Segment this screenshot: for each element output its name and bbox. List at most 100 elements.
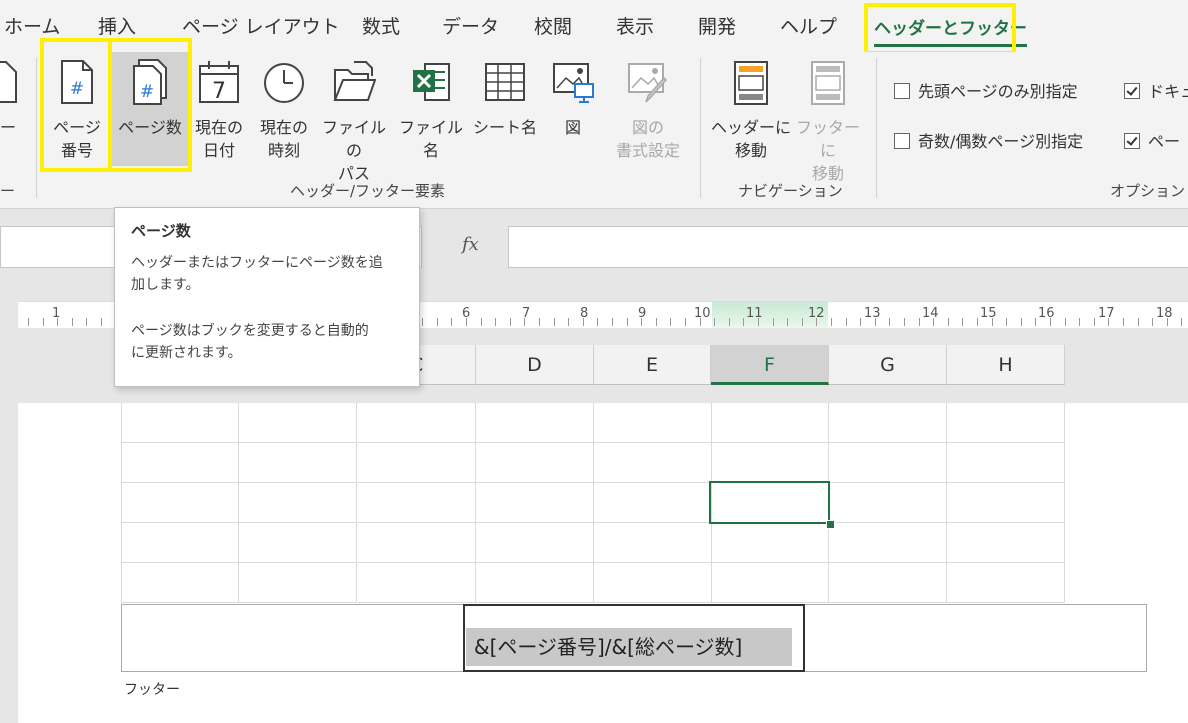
ruler-number: 15 bbox=[980, 306, 997, 321]
picture-icon bbox=[553, 63, 594, 103]
column-header-g[interactable]: G bbox=[829, 345, 947, 385]
checkbox-unchecked[interactable] bbox=[894, 133, 910, 149]
tab-view[interactable]: 表示 bbox=[616, 12, 654, 39]
tab-formulas[interactable]: 数式 bbox=[362, 12, 400, 39]
grid-cell[interactable] bbox=[476, 443, 594, 483]
ruler-tick bbox=[700, 318, 701, 326]
grid-cell[interactable] bbox=[947, 443, 1065, 483]
grid-cell[interactable] bbox=[829, 523, 947, 563]
active-cell[interactable] bbox=[709, 481, 830, 524]
grid-cell[interactable] bbox=[594, 483, 712, 523]
column-header-e[interactable]: E bbox=[594, 345, 711, 385]
column-header-d[interactable]: D bbox=[476, 345, 594, 385]
fill-handle[interactable] bbox=[826, 520, 835, 529]
grid-cell[interactable] bbox=[121, 403, 239, 443]
tab-review[interactable]: 校閲 bbox=[534, 12, 572, 39]
grid-cell[interactable] bbox=[594, 563, 712, 603]
ruler-tick bbox=[1050, 318, 1051, 326]
partial-left-button[interactable]: ー bbox=[0, 52, 18, 180]
ruler-tick bbox=[831, 318, 832, 326]
grid-cell[interactable] bbox=[239, 443, 357, 483]
grid-cell[interactable] bbox=[121, 523, 239, 563]
grid-cell[interactable] bbox=[711, 563, 829, 603]
ruler-tick bbox=[86, 318, 87, 326]
ruler-number: 8 bbox=[580, 306, 589, 321]
ruler-tick bbox=[101, 318, 102, 326]
tab-insert[interactable]: 挿入 bbox=[98, 12, 136, 39]
ruler-tick bbox=[641, 318, 642, 326]
grid-cell[interactable] bbox=[711, 403, 829, 443]
grid-cell[interactable] bbox=[476, 483, 594, 523]
ruler-tick bbox=[714, 318, 715, 326]
column-header-f[interactable]: F bbox=[711, 345, 829, 385]
ruler-tick bbox=[992, 318, 993, 326]
ruler-tick bbox=[1123, 318, 1124, 326]
tab-developer[interactable]: 開発 bbox=[698, 12, 736, 39]
footer-content[interactable]: &[ページ番号]/&[総ページ数] bbox=[466, 628, 792, 666]
option-first-page-diff[interactable]: 先頭ページのみ別指定 bbox=[894, 78, 1078, 102]
go-to-header-button[interactable]: ヘッダーに 移動 bbox=[708, 52, 794, 180]
tab-data[interactable]: データ bbox=[442, 12, 499, 39]
grid-cell[interactable] bbox=[594, 523, 712, 563]
ruler-tick bbox=[685, 318, 686, 326]
grid-cell[interactable] bbox=[358, 563, 476, 603]
tab-home[interactable]: ホーム bbox=[4, 12, 60, 39]
checkbox-checked[interactable] bbox=[1124, 83, 1140, 99]
grid-cell[interactable] bbox=[358, 483, 476, 523]
ruler-tick bbox=[875, 318, 876, 326]
grid-cell[interactable] bbox=[594, 403, 712, 443]
grid-cell[interactable] bbox=[476, 403, 594, 443]
formula-input[interactable] bbox=[508, 226, 1188, 268]
option-align-margins[interactable]: ペー bbox=[1124, 128, 1180, 152]
grid-cell[interactable] bbox=[829, 443, 947, 483]
ruler-tick bbox=[554, 318, 555, 326]
grid-cell[interactable] bbox=[829, 403, 947, 443]
grid-cell[interactable] bbox=[829, 563, 947, 603]
option-odd-even-diff[interactable]: 奇数/偶数ページ別指定 bbox=[894, 128, 1083, 152]
option-scale-with-doc[interactable]: ドキュ bbox=[1124, 78, 1188, 102]
grid-cell[interactable] bbox=[358, 523, 476, 563]
grid-cell[interactable] bbox=[476, 523, 594, 563]
grid-cell[interactable] bbox=[239, 483, 357, 523]
picture-label: 図 bbox=[564, 118, 581, 137]
go-to-footer-button[interactable]: フッターに 移動 bbox=[794, 52, 862, 183]
format-picture-button[interactable]: 図の 書式設定 bbox=[604, 52, 692, 180]
option-scale-with-doc-label: ドキュ bbox=[1148, 82, 1188, 101]
grid-cell[interactable] bbox=[239, 563, 357, 603]
grid-cell[interactable] bbox=[711, 523, 829, 563]
column-header-h[interactable]: H bbox=[947, 345, 1065, 385]
grid-cell[interactable] bbox=[711, 443, 829, 483]
tab-help[interactable]: ヘルプ bbox=[780, 12, 837, 39]
grid-cell[interactable] bbox=[121, 483, 239, 523]
sheet-name-button[interactable]: シート名 bbox=[470, 52, 540, 180]
ruler-tick bbox=[495, 318, 496, 326]
grid-cell[interactable] bbox=[476, 563, 594, 603]
current-time-button[interactable]: 現在の 時刻 bbox=[252, 52, 316, 180]
grid-cell[interactable] bbox=[947, 483, 1065, 523]
grid-cell[interactable] bbox=[829, 483, 947, 523]
grid-cell[interactable] bbox=[121, 563, 239, 603]
highlight-page-number bbox=[40, 38, 112, 172]
current-date-button[interactable]: 7 現在の 日付 bbox=[190, 52, 248, 180]
grid-cell[interactable] bbox=[947, 523, 1065, 563]
file-name-button[interactable]: ファイル名 bbox=[392, 52, 470, 180]
group-separator bbox=[36, 58, 37, 198]
checkbox-unchecked[interactable] bbox=[894, 83, 910, 99]
file-path-button[interactable]: ファイルの パス bbox=[316, 52, 392, 183]
ruler-tick bbox=[962, 318, 963, 326]
grid-cell[interactable] bbox=[358, 403, 476, 443]
tab-page-layout[interactable]: ページ レイアウト bbox=[182, 12, 340, 39]
grid-cell[interactable] bbox=[947, 403, 1065, 443]
grid-cell[interactable] bbox=[239, 523, 357, 563]
go-to-header-label: ヘッダーに 移動 bbox=[710, 118, 791, 160]
ruler-tick bbox=[1065, 318, 1066, 326]
grid-cell[interactable] bbox=[121, 443, 239, 483]
grid-cell[interactable] bbox=[358, 443, 476, 483]
picture-button[interactable]: 図 bbox=[542, 52, 604, 180]
ruler-tick bbox=[437, 318, 438, 326]
checkbox-checked[interactable] bbox=[1124, 133, 1140, 149]
fx-icon[interactable]: fx bbox=[462, 234, 479, 255]
grid-cell[interactable] bbox=[239, 403, 357, 443]
grid-cell[interactable] bbox=[947, 563, 1065, 603]
grid-cell[interactable] bbox=[594, 443, 712, 483]
